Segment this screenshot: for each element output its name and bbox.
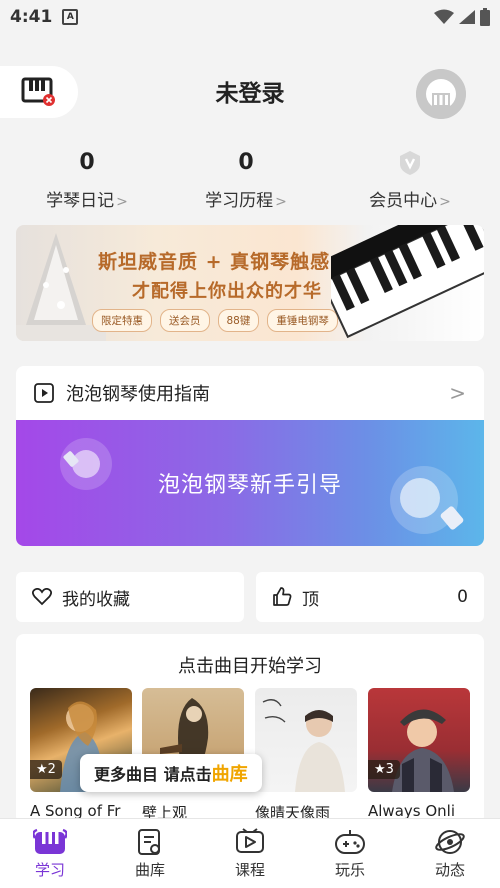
battery-icon xyxy=(480,8,490,26)
banner-tag: 送会员 xyxy=(160,309,210,332)
vip-badge xyxy=(340,150,480,178)
piano-keys-illustration xyxy=(331,225,484,339)
top-button[interactable]: 顶 0 xyxy=(256,572,484,622)
course-icon xyxy=(233,827,267,857)
wifi-icon xyxy=(434,9,454,24)
stat-vip-label: 会员中心 xyxy=(369,191,438,211)
avatar[interactable] xyxy=(416,69,466,119)
thumbs-up-icon xyxy=(273,587,292,606)
tab-course[interactable]: 课程 xyxy=(200,819,300,888)
bottom-tab-bar: 学习 曲库 课程 玩乐 动态 xyxy=(0,818,500,888)
chevron-right-icon: > xyxy=(449,381,466,405)
game-icon xyxy=(333,827,367,857)
tab-course-label: 课程 xyxy=(234,861,265,879)
tab-feed[interactable]: 动态 xyxy=(400,819,500,888)
tip-text: 更多曲目 请点击 xyxy=(94,765,212,784)
tip-highlight: 曲库 xyxy=(211,764,248,785)
song-difficulty-badge: ★3 xyxy=(368,760,400,779)
video-play-icon xyxy=(34,383,54,403)
tab-game-label: 玩乐 xyxy=(334,861,365,879)
vip-shield-icon xyxy=(400,151,420,175)
tab-library[interactable]: 曲库 xyxy=(100,819,200,888)
favorites-label: 我的收藏 xyxy=(62,589,130,610)
top-label: 顶 xyxy=(302,589,319,610)
song-item[interactable]: ★3 Always Onli xyxy=(368,688,470,820)
stat-diary-value: 0 xyxy=(79,150,95,175)
feed-icon xyxy=(433,827,467,857)
chevron-right-icon: > xyxy=(439,194,451,210)
tab-learn[interactable]: 学习 xyxy=(0,819,100,888)
guide-card[interactable]: 泡泡钢琴使用指南 > 泡泡钢琴新手引导 xyxy=(16,366,484,546)
banner-tag: 88键 xyxy=(217,309,260,332)
tab-learn-label: 学习 xyxy=(34,861,65,879)
stat-history-label: 学习历程 xyxy=(205,191,274,211)
stat-vip[interactable]: 会员中心 > xyxy=(340,150,480,211)
heart-icon xyxy=(32,588,52,606)
tab-feed-label: 动态 xyxy=(434,861,465,879)
banner-subline: 才配得上你出众的才华 xyxy=(132,281,322,302)
banner-tag: 重锤电钢琴 xyxy=(267,309,338,332)
banner-tag: 限定特惠 xyxy=(92,309,152,332)
learn-icon xyxy=(33,827,67,857)
song-cover xyxy=(255,688,357,792)
banner-headline: 斯坦威音质 + 真钢琴触感 xyxy=(98,251,331,273)
status-time: 4:41 xyxy=(10,7,53,27)
lightbulb-decoration-icon xyxy=(390,466,464,534)
songs-title: 点击曲目开始学习 xyxy=(178,656,322,677)
guide-banner-text: 泡泡钢琴新手引导 xyxy=(157,473,342,498)
signal-icon xyxy=(459,10,475,24)
notification-a-icon: A xyxy=(62,9,79,25)
chevron-right-icon: > xyxy=(116,194,128,210)
guide-title: 泡泡钢琴使用指南 xyxy=(66,384,210,405)
tab-game[interactable]: 玩乐 xyxy=(300,819,400,888)
default-avatar-icon xyxy=(416,69,466,119)
guide-header[interactable]: 泡泡钢琴使用指南 > xyxy=(16,366,484,420)
lightbulb-decoration-icon xyxy=(60,438,112,490)
status-bar: 4:41 A xyxy=(0,0,500,34)
favorites-button[interactable]: 我的收藏 xyxy=(16,572,244,622)
stats-row: 0 学琴日记 > 0 学习历程 > 会员中心 > xyxy=(0,150,500,214)
stat-history-value: 0 xyxy=(238,150,254,175)
promo-banner[interactable]: 斯坦威音质 + 真钢琴触感 才配得上你出众的才华 限定特惠 送会员 88键 重锤… xyxy=(16,225,484,341)
tab-library-label: 曲库 xyxy=(134,861,165,879)
stat-history[interactable]: 0 学习历程 > xyxy=(176,150,316,211)
song-cover-art xyxy=(262,699,345,792)
chevron-right-icon: > xyxy=(275,194,287,210)
top-count: 0 xyxy=(457,587,468,607)
stat-diary[interactable]: 0 学琴日记 > xyxy=(17,150,157,211)
library-tip-bubble[interactable]: 更多曲目 请点击 曲库 xyxy=(80,754,262,792)
library-icon xyxy=(133,827,167,857)
beginner-guide-banner[interactable]: 泡泡钢琴新手引导 xyxy=(16,420,484,546)
song-difficulty-badge: ★2 xyxy=(30,760,62,779)
stat-diary-label: 学琴日记 xyxy=(46,191,115,211)
song-item[interactable]: 像晴天像雨 xyxy=(255,688,357,823)
songs-card: 点击曲目开始学习 ★2 A Song of Fr 壁上观 像晴天像雨 ★3 Al… xyxy=(16,634,484,824)
banner-tags: 限定特惠 送会员 88键 重锤电钢琴 > xyxy=(92,309,364,332)
